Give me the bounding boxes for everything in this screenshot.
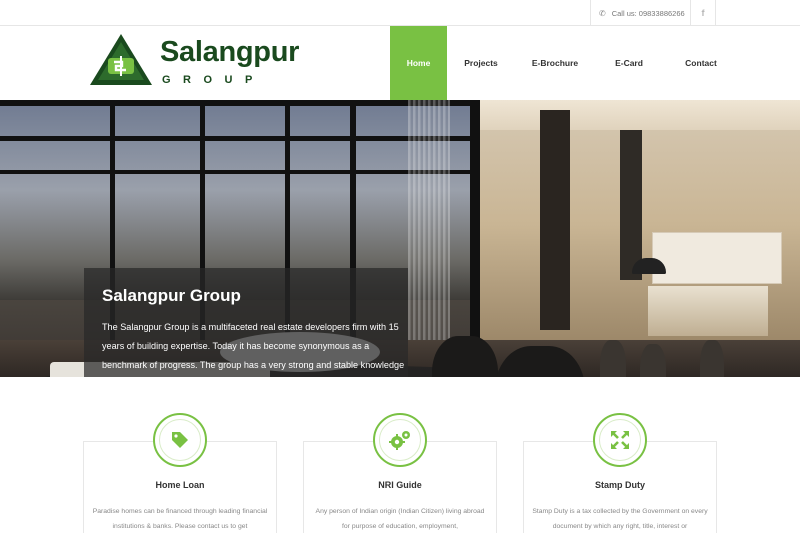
nav-projects[interactable]: Projects xyxy=(447,26,515,100)
call-us[interactable]: ✆ Call us: 09833886266 xyxy=(590,0,690,26)
logo-brand: Salangpur xyxy=(160,36,300,68)
feature-desc: Paradise homes can be financed through l… xyxy=(92,508,268,530)
header: Salangpur GROUP Home Projects E-Brochure… xyxy=(0,26,800,100)
nav-home[interactable]: Home xyxy=(390,26,447,100)
hero-banner: Salangpur Group The Salangpur Group is a… xyxy=(0,100,800,377)
hero-title: Salangpur Group xyxy=(102,286,241,305)
logo[interactable]: Salangpur GROUP xyxy=(88,32,299,94)
nav-ecard[interactable]: E-Card xyxy=(595,26,663,100)
feature-desc: Stamp Duty is a tax collected by the Gov… xyxy=(532,508,708,530)
feature-title: Stamp Duty xyxy=(594,480,645,490)
hero-description: The Salangpur Group is a multifaceted re… xyxy=(102,322,405,371)
main-nav: Home Projects E-Brochure E-Card Contact xyxy=(390,26,739,100)
logo-tagline: GROUP xyxy=(162,74,265,86)
feature-desc: Any person of Indian origin (Indian Citi… xyxy=(315,508,485,530)
gears-icon xyxy=(373,413,427,467)
phone-text: Call us: 09833886266 xyxy=(611,8,685,18)
logo-emblem-icon xyxy=(90,34,152,85)
nav-ebrochure[interactable]: E-Brochure xyxy=(515,26,595,100)
pendant-lamp xyxy=(632,258,666,274)
features-section: Home Loan Paradise homes can be financed… xyxy=(0,377,800,533)
expand-arrows-icon xyxy=(593,413,647,467)
top-bar: ✆ Call us: 09833886266 f xyxy=(0,0,800,26)
hero-caption: Salangpur Group The Salangpur Group is a… xyxy=(84,268,408,377)
feature-title: Home Loan xyxy=(155,480,205,490)
feature-title: NRI Guide xyxy=(378,480,422,490)
phone-icon: ✆ xyxy=(599,8,606,18)
facebook-icon[interactable]: f xyxy=(690,0,716,26)
nav-contact[interactable]: Contact xyxy=(663,26,739,100)
tag-icon xyxy=(153,413,207,467)
